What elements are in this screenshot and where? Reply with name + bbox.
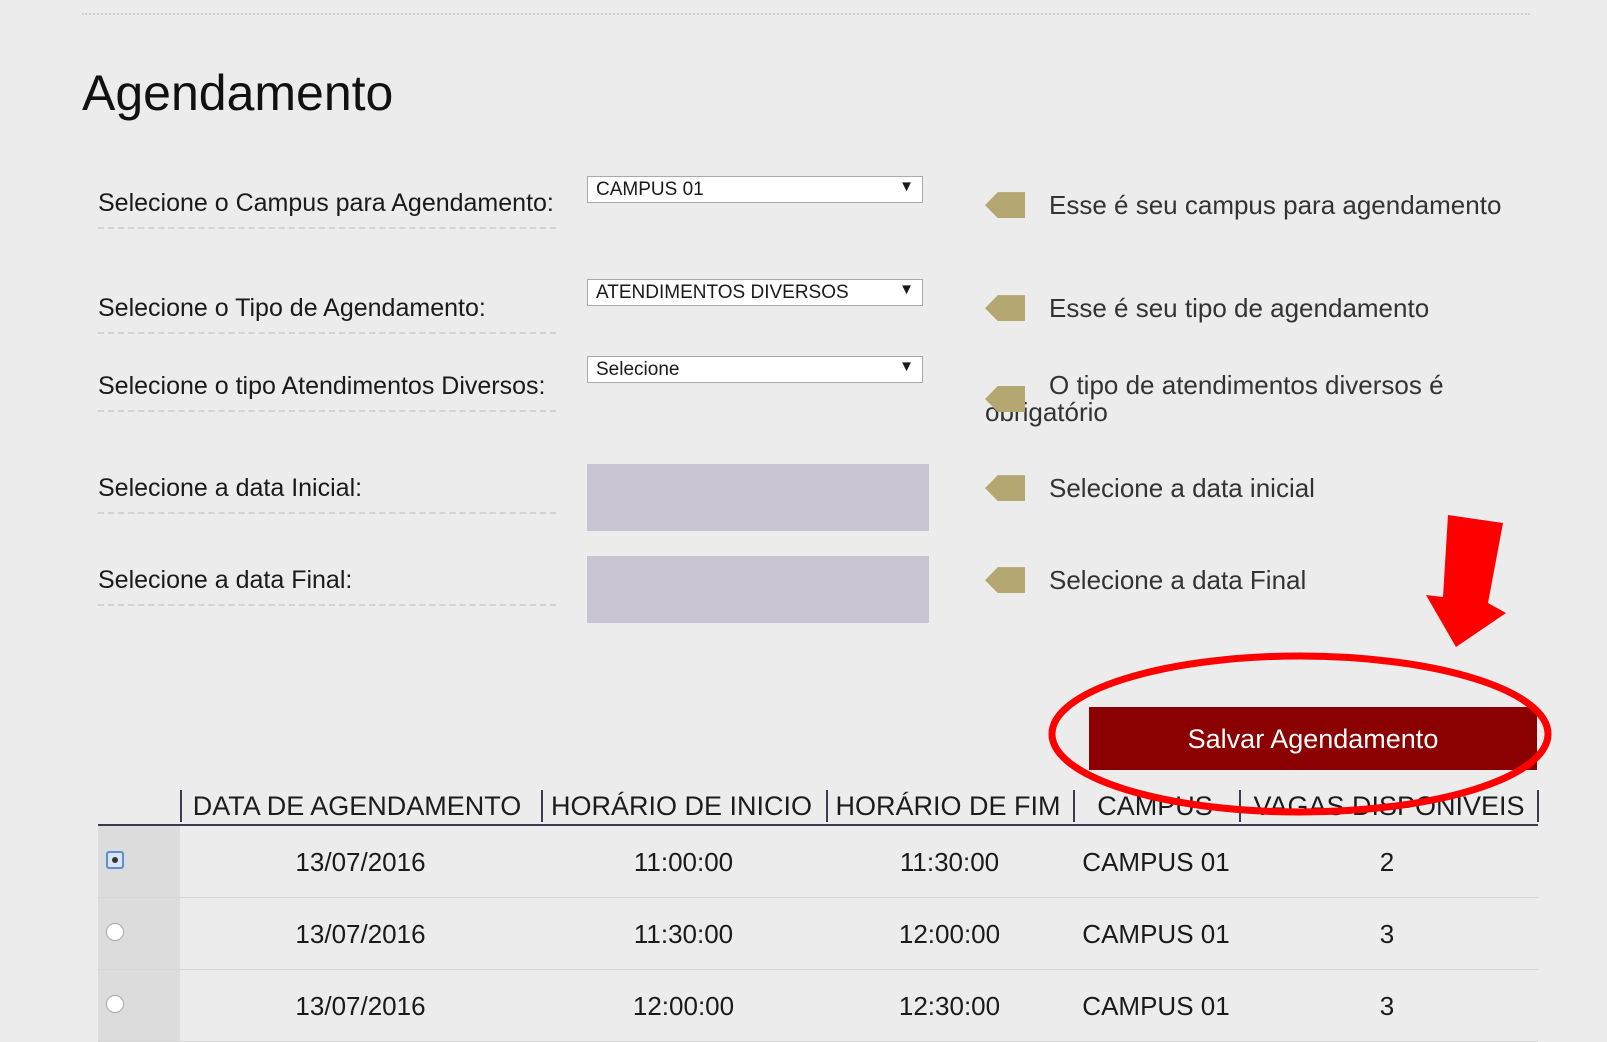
arrow-left-icon: [985, 192, 1025, 219]
data-inicial-label: Selecione a data Inicial:: [98, 475, 556, 514]
row-select-cell: [98, 970, 180, 1041]
header-fim: HORÁRIO DE FIM: [826, 790, 1068, 822]
diversos-label: Selecione o tipo Atendimentos Diversos:: [98, 373, 556, 412]
cell-vagas: 3: [1379, 991, 1395, 1021]
arrow-left-icon: [985, 295, 1025, 322]
arrow-down-icon: [1426, 515, 1506, 647]
arrow-left-icon: [985, 475, 1025, 502]
cell-campus: CAMPUS 01: [1082, 991, 1230, 1021]
cell-fim: 12:30:00: [898, 991, 1001, 1021]
chevron-down-icon: ▼: [899, 178, 914, 195]
cell-inicio: 11:00:00: [633, 847, 734, 877]
cell-inicio: 12:00:00: [632, 991, 735, 1021]
red-arrow-shape: [1426, 515, 1506, 647]
diversos-hint: O tipo de atendimentos diversos é obriga…: [985, 372, 1485, 426]
campus-hint-text: Esse é seu campus para agendamento: [1049, 190, 1502, 220]
tipo-hint: Esse é seu tipo de agendamento: [985, 295, 1545, 323]
top-divider: [82, 13, 1530, 15]
header-inicio: HORÁRIO DE INICIO: [541, 790, 820, 822]
diversos-hint-text: O tipo de atendimentos diversos é obriga…: [985, 370, 1444, 427]
highlight-circle: [1048, 652, 1552, 816]
data-final-input[interactable]: [587, 556, 929, 623]
header-data: DATA DE AGENDAMENTO: [180, 790, 532, 822]
data-inicial-hint-text: Selecione a data inicial: [1049, 473, 1315, 503]
campus-label: Selecione o Campus para Agendamento:: [98, 190, 556, 229]
cell-data: 13/07/2016: [295, 991, 426, 1021]
cell-fim: 12:00:00: [898, 919, 1001, 949]
cell-inicio: 11:30:00: [633, 919, 734, 949]
row-radio[interactable]: [106, 851, 124, 869]
cell-data: 13/07/2016: [295, 919, 426, 949]
row-select-cell: [98, 826, 180, 897]
cell-vagas: 2: [1379, 847, 1395, 877]
campus-hint: Esse é seu campus para agendamento: [985, 192, 1545, 220]
data-final-hint-text: Selecione a data Final: [1049, 565, 1307, 595]
cell-fim: 11:30:00: [899, 847, 1000, 877]
highlight-ellipse: [1048, 652, 1552, 816]
tipo-hint-text: Esse é seu tipo de agendamento: [1049, 293, 1430, 323]
chevron-down-icon: ▼: [899, 358, 914, 375]
diversos-select-value: Selecione: [596, 359, 680, 380]
diversos-select[interactable]: Selecione ▼: [587, 356, 923, 383]
data-inicial-input[interactable]: [587, 464, 929, 531]
data-inicial-hint: Selecione a data inicial: [985, 475, 1545, 503]
cell-campus: CAMPUS 01: [1082, 847, 1230, 877]
cell-campus: CAMPUS 01: [1082, 919, 1230, 949]
schedule-table: DATA DE AGENDAMENTO HORÁRIO DE INICIO HO…: [98, 790, 1539, 1042]
arrow-left-icon: [985, 567, 1025, 594]
tipo-select-value: ATENDIMENTOS DIVERSOS: [596, 282, 849, 303]
tipo-select[interactable]: ATENDIMENTOS DIVERSOS ▼: [587, 279, 923, 306]
row-select-cell: [98, 898, 180, 969]
table-row[interactable]: 13/07/2016 11:00:00 11:30:00 CAMPUS 01 2: [98, 826, 1538, 898]
campus-select[interactable]: CAMPUS 01 ▼: [587, 176, 923, 203]
row-radio[interactable]: [106, 923, 124, 941]
tipo-label: Selecione o Tipo de Agendamento:: [98, 295, 556, 334]
table-row[interactable]: 13/07/2016 11:30:00 12:00:00 CAMPUS 01 3: [98, 898, 1538, 970]
chevron-down-icon: ▼: [899, 281, 914, 298]
table-row[interactable]: 13/07/2016 12:00:00 12:30:00 CAMPUS 01 3: [98, 970, 1538, 1042]
data-final-label: Selecione a data Final:: [98, 567, 556, 606]
cell-data: 13/07/2016: [295, 847, 426, 877]
campus-select-value: CAMPUS 01: [596, 179, 704, 200]
page-title: Agendamento: [82, 65, 394, 121]
row-radio[interactable]: [106, 995, 124, 1013]
cell-vagas: 3: [1379, 919, 1395, 949]
